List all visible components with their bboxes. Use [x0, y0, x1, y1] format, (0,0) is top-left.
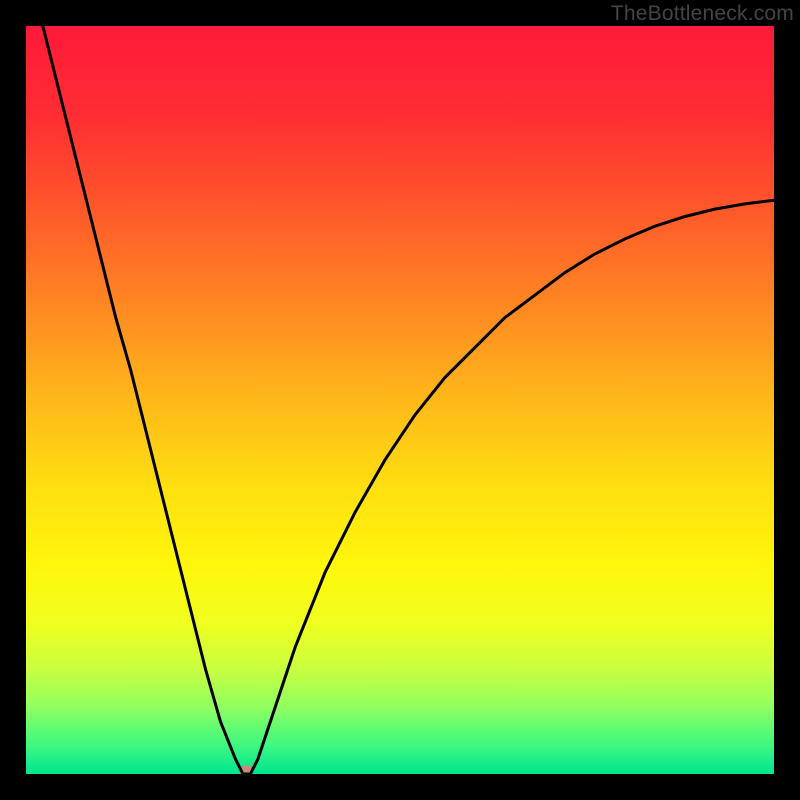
attribution-label: TheBottleneck.com	[611, 2, 794, 26]
chart-frame	[26, 26, 774, 774]
bottleneck-chart	[26, 26, 774, 774]
